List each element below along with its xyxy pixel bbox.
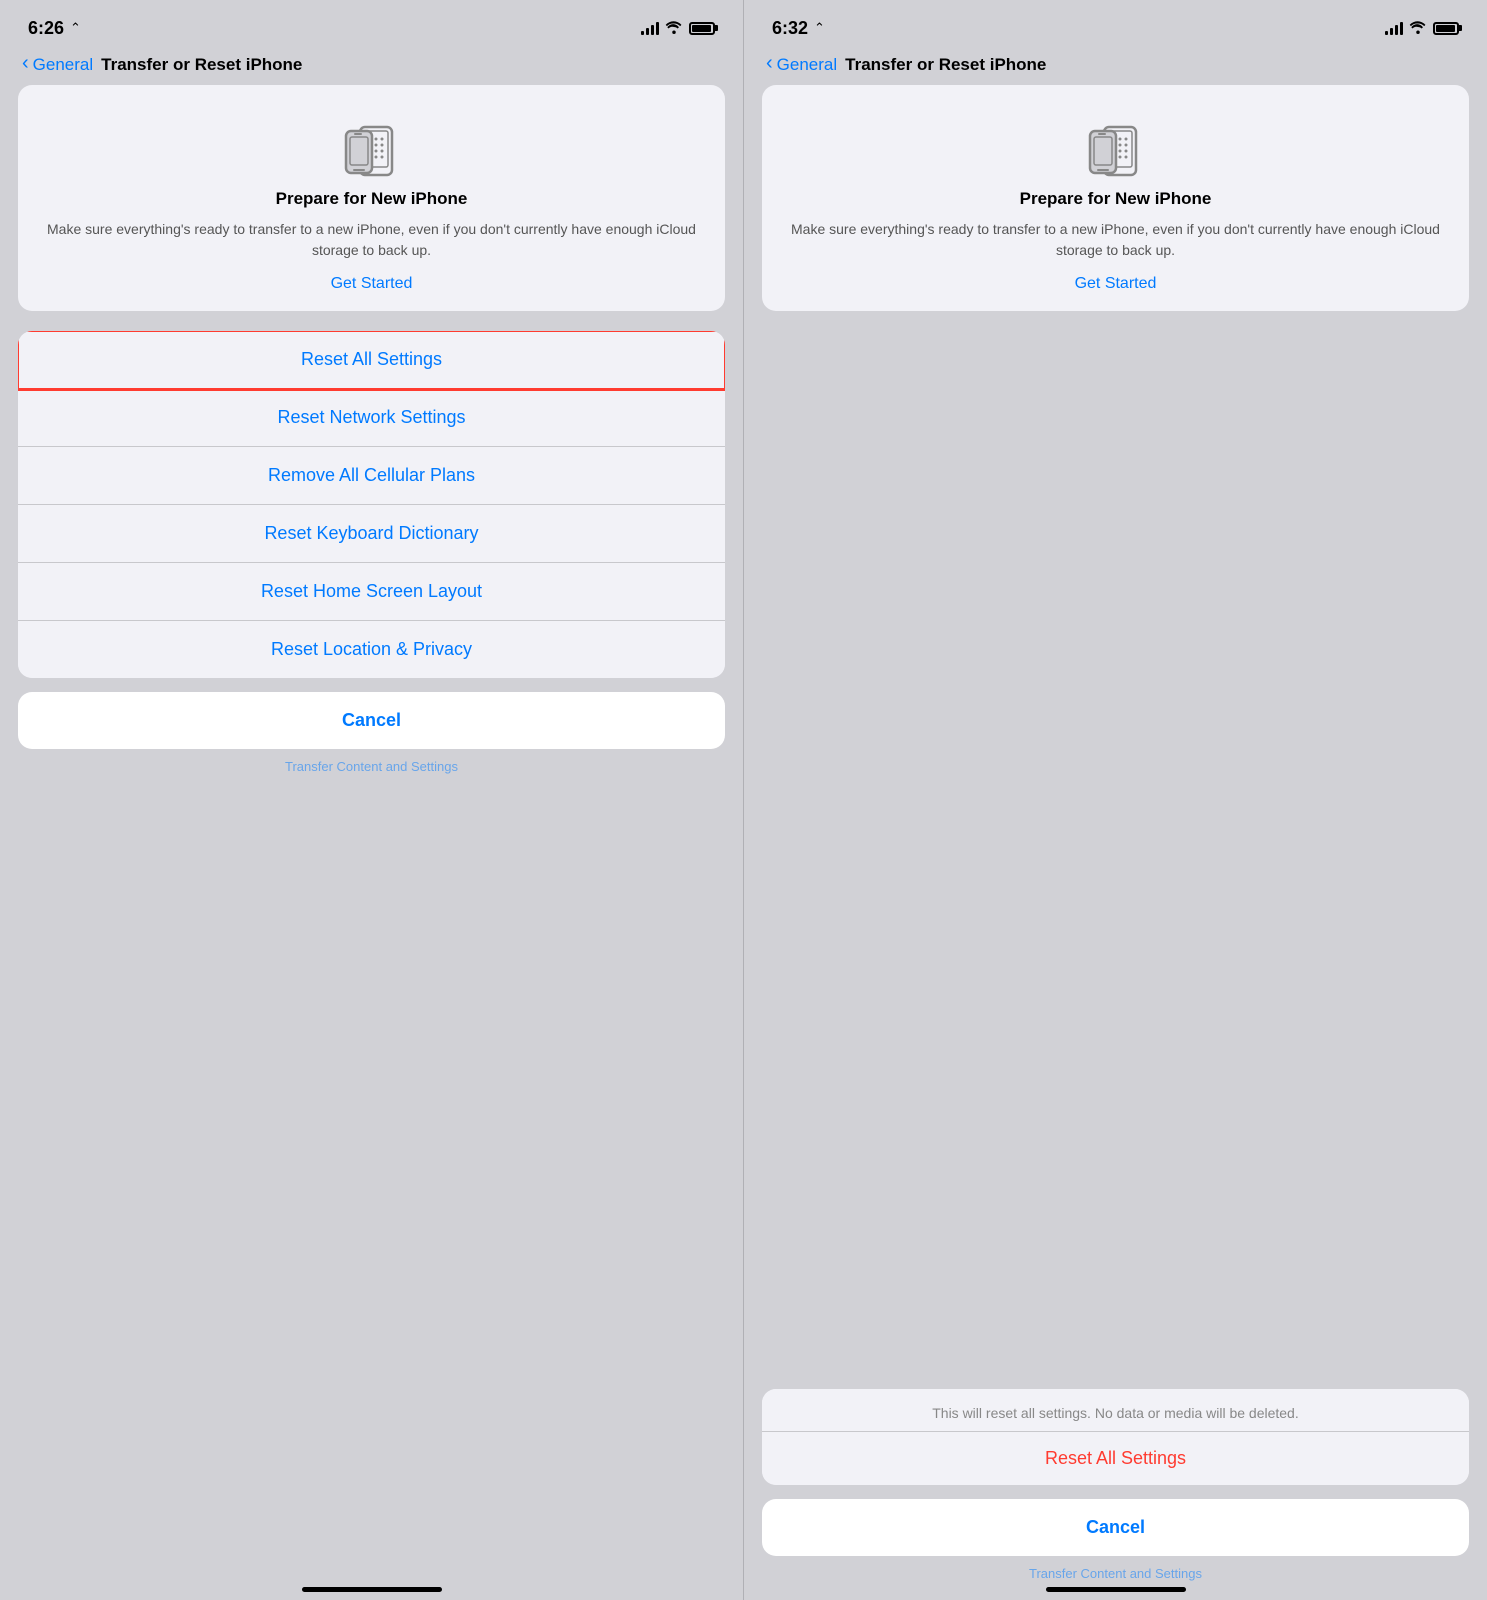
left-phone-panel: 6:26 ⌃ ‹ General Transfer or Reset iPhon… [0, 0, 743, 1600]
right-phone-panel: 6:32 ⌃ ‹ General Transfer or Reset iPhon… [744, 0, 1487, 1600]
right-location-icon: ⌃ [814, 20, 825, 36]
right-status-icons [1385, 20, 1459, 37]
right-battery-icon [1433, 22, 1459, 35]
reset-home-screen-button[interactable]: Reset Home Screen Layout [18, 563, 725, 621]
reset-all-settings-button[interactable]: Reset All Settings [18, 331, 725, 389]
right-cancel-button[interactable]: Cancel [762, 1499, 1469, 1556]
right-confirmation-sheet: This will reset all settings. No data or… [762, 1389, 1469, 1485]
left-bottom-fade-text: Transfer Content and Settings [18, 759, 725, 774]
right-prepare-card: Prepare for New iPhone Make sure everyth… [762, 85, 1469, 311]
right-signal-icon [1385, 21, 1403, 35]
left-home-indicator [302, 1587, 442, 1592]
right-prepare-desc: Make sure everything's ready to transfer… [782, 219, 1449, 261]
right-back-chevron-icon: ‹ [766, 52, 773, 75]
right-get-started-button[interactable]: Get Started [1075, 275, 1157, 293]
right-bottom-fade-text: Transfer Content and Settings [762, 1566, 1469, 1581]
left-nav-title: Transfer or Reset iPhone [101, 55, 302, 75]
left-prepare-desc: Make sure everything's ready to transfer… [38, 219, 705, 261]
left-wifi-icon [665, 20, 683, 37]
right-wifi-icon [1409, 20, 1427, 37]
right-prepare-title: Prepare for New iPhone [1020, 189, 1212, 209]
left-prepare-card: Prepare for New iPhone Make sure everyth… [18, 85, 725, 311]
left-status-bar: 6:26 ⌃ [18, 0, 725, 48]
right-confirm-reset-button[interactable]: Reset All Settings [762, 1431, 1469, 1485]
left-transfer-icon [332, 109, 412, 189]
left-back-button[interactable]: ‹ General [22, 54, 93, 75]
left-status-icons [641, 20, 715, 37]
left-back-label: General [33, 55, 93, 75]
left-cancel-button[interactable]: Cancel [18, 692, 725, 749]
left-status-time: 6:26 [28, 18, 64, 39]
right-nav-bar: ‹ General Transfer or Reset iPhone [762, 48, 1469, 85]
reset-network-settings-button[interactable]: Reset Network Settings [18, 389, 725, 447]
reset-location-privacy-button[interactable]: Reset Location & Privacy [18, 621, 725, 678]
right-back-button[interactable]: ‹ General [766, 54, 837, 75]
left-location-icon: ⌃ [70, 20, 81, 36]
left-nav-bar: ‹ General Transfer or Reset iPhone [18, 48, 725, 85]
right-status-bar: 6:32 ⌃ [762, 0, 1469, 48]
right-back-label: General [777, 55, 837, 75]
right-nav-title: Transfer or Reset iPhone [845, 55, 1046, 75]
right-confirmation-desc: This will reset all settings. No data or… [762, 1389, 1469, 1431]
left-get-started-button[interactable]: Get Started [331, 275, 413, 293]
right-status-time: 6:32 [772, 18, 808, 39]
right-transfer-icon [1076, 109, 1156, 189]
left-back-chevron-icon: ‹ [22, 52, 29, 75]
right-home-indicator [1046, 1587, 1186, 1592]
reset-keyboard-dictionary-button[interactable]: Reset Keyboard Dictionary [18, 505, 725, 563]
left-battery-icon [689, 22, 715, 35]
left-signal-icon [641, 21, 659, 35]
remove-cellular-plans-button[interactable]: Remove All Cellular Plans [18, 447, 725, 505]
left-reset-list: Reset All Settings Reset Network Setting… [18, 331, 725, 678]
left-prepare-title: Prepare for New iPhone [276, 189, 468, 209]
